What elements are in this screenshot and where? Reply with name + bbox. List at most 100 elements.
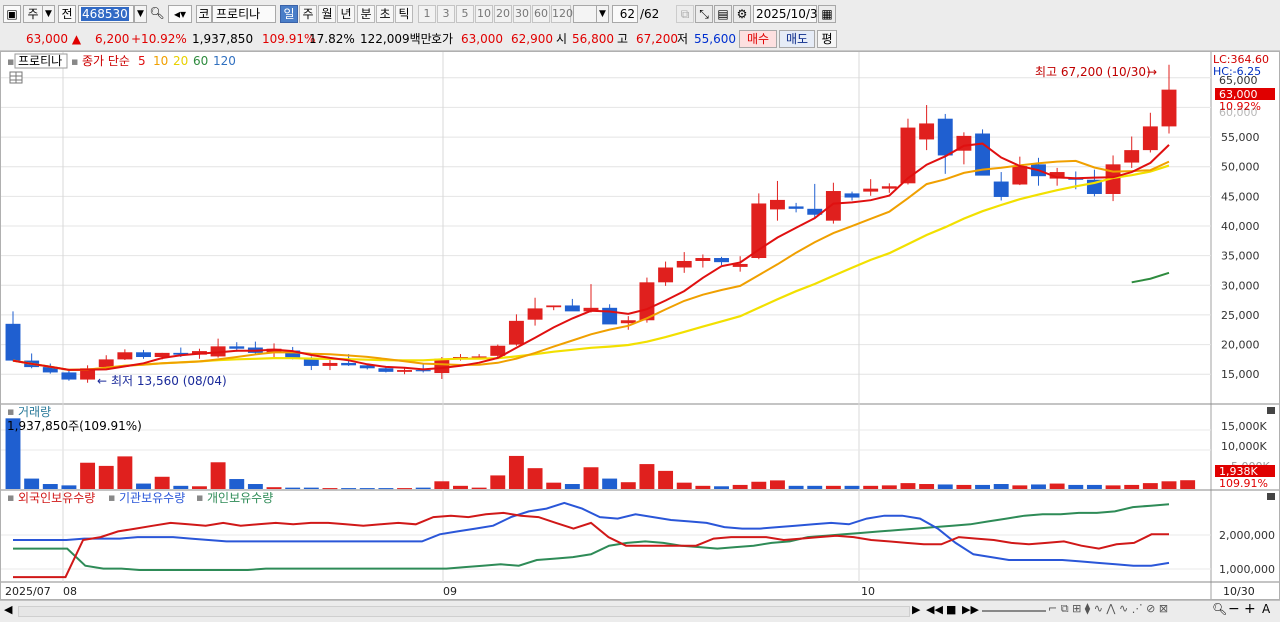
y-axis-label: 25,000: [1221, 309, 1260, 322]
calendar-icon[interactable]: ▦: [818, 5, 836, 23]
volume-bar: [993, 484, 1009, 489]
date-input[interactable]: 2025/10/30: [753, 5, 825, 23]
current-price: 63,000 ▲: [26, 32, 82, 46]
volume-bar: [453, 485, 468, 489]
volume-bar: [807, 485, 823, 489]
volume-bar: [956, 484, 972, 489]
prev-label: 전: [61, 7, 73, 21]
mode-minute[interactable]: 분: [357, 5, 375, 23]
volume-bar: [471, 487, 487, 489]
period-3[interactable]: 3: [437, 5, 455, 23]
collapse-icon[interactable]: [1267, 493, 1275, 500]
speaker-icon[interactable]: ◂▾: [168, 5, 192, 23]
bid-price: 62,900: [511, 32, 553, 46]
institution-legend: 기관보유수량: [119, 491, 185, 505]
volume-bar: [266, 487, 282, 489]
zoom-icon[interactable]: 🔍︎: [1212, 602, 1227, 616]
y-axis-label: 45,000: [1221, 190, 1260, 203]
code-dropdown-icon[interactable]: ▼: [134, 5, 147, 23]
reset-icon[interactable]: A: [1262, 602, 1270, 616]
rewind-icon[interactable]: ◀◀: [926, 603, 943, 616]
volume-bar: [676, 482, 692, 489]
candle-body: [602, 307, 618, 325]
period-1[interactable]: 1: [418, 5, 436, 23]
volume-bar: [900, 483, 916, 489]
period-20[interactable]: 20: [494, 5, 512, 23]
scroll-left-icon[interactable]: ◀: [4, 603, 12, 616]
candle-body: [863, 188, 879, 192]
volume-value: 1,937,850: [192, 32, 254, 46]
volume-bar: [620, 482, 636, 489]
link-icon[interactable]: ⧉: [676, 5, 694, 23]
candle-body: [881, 186, 897, 189]
mode-second[interactable]: 초: [376, 5, 394, 23]
y-axis-label: 30,000: [1221, 279, 1260, 292]
prev-button[interactable]: 전: [58, 5, 76, 23]
low-label: 저: [677, 32, 689, 46]
mode-year[interactable]: 년: [337, 5, 355, 23]
high-price: 67,200: [636, 32, 678, 46]
volume-bar: [415, 487, 431, 489]
volume-rate: 109.91%: [262, 32, 316, 46]
stock-name-field[interactable]: 프로티나: [212, 5, 276, 23]
candle-body: [676, 260, 692, 268]
candle-body: [508, 320, 524, 345]
period-dropdown-icon[interactable]: ▼: [596, 5, 609, 23]
horizontal-scrollbar[interactable]: [18, 606, 910, 617]
zoom-out-icon[interactable]: −: [1228, 601, 1240, 617]
zoom-in-icon[interactable]: +: [1244, 601, 1256, 617]
scroll-right-icon[interactable]: ▶: [912, 603, 920, 616]
mode-tick[interactable]: 틱: [395, 5, 413, 23]
code-input[interactable]: 468530: [78, 5, 134, 23]
save-icon[interactable]: ▤: [714, 5, 732, 23]
volume-bar: [359, 488, 375, 490]
volume-bar: [322, 488, 338, 490]
volume-title: 거래량: [18, 405, 51, 419]
candle-body: [378, 368, 394, 372]
collapse-icon[interactable]: [1267, 407, 1275, 414]
volume-bar: [24, 478, 40, 489]
fast-forward-icon[interactable]: ▶▶: [962, 603, 979, 616]
avg-button[interactable]: 평: [817, 30, 837, 48]
trade-amount: 122,009백만: [360, 32, 432, 46]
volume-bar: [154, 476, 170, 489]
period-30[interactable]: 30: [513, 5, 531, 23]
drawing-tools-icon[interactable]: ⌐ ⧉ ⊞ ⧫ ∿ ⋀ ∿ ⋰ ⊘ ⊠: [1048, 602, 1168, 616]
volume-bar: [1068, 484, 1084, 489]
ma-60-label: 60: [193, 54, 208, 68]
buy-button[interactable]: 매수: [739, 30, 777, 48]
search-icon[interactable]: 🔍︎: [149, 5, 165, 23]
gear-icon[interactable]: ⚙: [733, 5, 751, 23]
volume-bar: [434, 481, 450, 489]
chart-canvas[interactable]: ▪ 프로티나 ▪ 종가 단순 5 10 20 60 120 LC:364.60 …: [1, 52, 1279, 599]
period-10[interactable]: 10: [475, 5, 493, 23]
volume-bar: [527, 468, 543, 489]
volume-bar: [937, 484, 953, 489]
sell-button[interactable]: 매도: [779, 30, 815, 48]
volume-bar: [285, 487, 301, 489]
period-120[interactable]: 120: [551, 5, 573, 23]
zoom-slider[interactable]: [982, 610, 1046, 612]
chart-area[interactable]: ▪ 프로티나 ▪ 종가 단순 5 10 20 60 120 LC:364.60 …: [0, 51, 1280, 600]
mode-month[interactable]: 월: [318, 5, 336, 23]
volume-bar: [546, 482, 562, 489]
crosshair-icon[interactable]: ⤡: [695, 5, 713, 23]
candle-body: [61, 372, 77, 380]
chevron-down-icon[interactable]: ▼: [43, 5, 55, 23]
window-icon[interactable]: ▣: [3, 5, 21, 23]
count-input[interactable]: 62: [612, 5, 638, 23]
volume-bar: [247, 484, 263, 489]
volume-bar: [136, 483, 151, 489]
volume-bar: [564, 484, 580, 489]
mode-week[interactable]: 주: [299, 5, 317, 23]
hold-y-1000000: 1,000,000: [1219, 563, 1275, 576]
period-5[interactable]: 5: [456, 5, 474, 23]
candle-body: [136, 352, 151, 358]
period-60[interactable]: 60: [532, 5, 550, 23]
low-annotation: 최저 13,560 (08/04): [111, 374, 227, 388]
mode-day[interactable]: 일: [280, 5, 298, 23]
market-select[interactable]: 주: [23, 5, 43, 23]
candle-body: [322, 362, 338, 366]
candle-body: [434, 358, 450, 374]
stop-icon[interactable]: ■: [946, 603, 956, 616]
